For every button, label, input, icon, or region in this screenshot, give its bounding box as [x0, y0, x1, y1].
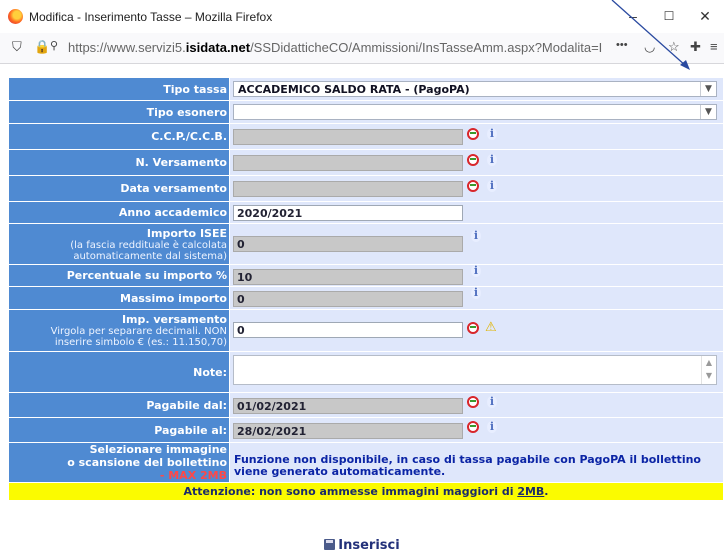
tipo-esonero-label: Tipo esonero	[9, 101, 229, 123]
ccp-label: C.C.P./C.C.B.	[9, 124, 229, 149]
url-domain: isidata.net	[185, 40, 251, 55]
info-icon[interactable]: i	[487, 128, 497, 140]
row-imp-versamento: Imp. versamento Virgola per separare dec…	[9, 310, 723, 351]
more-actions-button[interactable]: •••	[616, 39, 628, 51]
minimize-button[interactable]: –	[617, 5, 649, 27]
warning-suffix: .	[544, 485, 549, 498]
row-ccp: C.C.P./C.C.B. i	[9, 124, 723, 149]
row-pagabile-dal: Pagabile dal: 01/02/2021 i	[9, 393, 723, 417]
note-label: Note:	[9, 352, 229, 392]
menu-icon[interactable]: ≡	[710, 39, 718, 54]
not-allowed-icon	[467, 154, 479, 166]
tipo-tassa-value: ACCADEMICO SALDO RATA - (PagoPA)	[238, 83, 470, 96]
n-versamento-label: N. Versamento	[9, 150, 229, 175]
pagabile-al-field[interactable]: 28/02/2021	[233, 423, 463, 439]
percentuale-field[interactable]: 10	[233, 269, 463, 285]
info-icon[interactable]: i	[487, 180, 497, 192]
massimo-label: Massimo importo	[9, 287, 229, 309]
anno-accademico-field[interactable]: 2020/2021	[233, 205, 463, 221]
scrollbar[interactable]: ▲ ▼	[701, 356, 716, 384]
importo-isee-label: Importo ISEE (la fascia reddituale è cal…	[9, 224, 229, 264]
not-allowed-icon	[467, 322, 479, 334]
extension-icon[interactable]: ✚	[690, 39, 701, 55]
anno-accademico-label: Anno accademico	[9, 202, 229, 223]
row-note: Note: ▲ ▼	[9, 352, 723, 392]
row-n-versamento: N. Versamento i	[9, 150, 723, 175]
maximize-button[interactable]: ☐	[653, 5, 685, 27]
address-bar: ⛉ 🔒 ⚲ https://www.servizi5.isidata.net/S…	[0, 33, 724, 64]
note-textarea[interactable]: ▲ ▼	[233, 355, 717, 385]
warning-icon: ⚠	[485, 320, 497, 335]
importo-isee-sub2: automaticamente dal sistema)	[73, 250, 227, 262]
massimo-field[interactable]: 0	[233, 291, 463, 307]
chevron-down-icon[interactable]: ▼	[700, 82, 716, 96]
info-icon[interactable]: i	[487, 421, 497, 433]
imp-versamento-title: Imp. versamento	[121, 313, 227, 326]
row-immagine: Selezionare immagine o scansione del bol…	[9, 443, 723, 482]
inserisci-button[interactable]: Inserisci	[0, 538, 724, 553]
permissions-icon[interactable]: ⚲	[50, 39, 58, 52]
info-icon[interactable]: i	[471, 287, 481, 299]
info-icon[interactable]: i	[487, 154, 497, 166]
immagine-message: Funzione non disponibile, in caso di tas…	[234, 453, 701, 478]
row-data-versamento: Data versamento i	[9, 176, 723, 201]
not-allowed-icon	[467, 180, 479, 192]
warning-text: Attenzione: non sono ammesse immagini ma…	[183, 485, 518, 498]
importo-isee-sub1: (la fascia reddituale è calcolata	[70, 239, 227, 251]
row-tipo-esonero: Tipo esonero ▼	[9, 101, 723, 123]
row-tipo-tassa: Tipo tassa ACCADEMICO SALDO RATA - (Pago…	[9, 78, 723, 100]
firefox-logo-icon	[8, 9, 23, 24]
save-icon	[324, 539, 336, 550]
chevron-down-icon[interactable]: ▼	[700, 105, 716, 119]
info-icon[interactable]: i	[471, 230, 481, 242]
row-importo-isee: Importo ISEE (la fascia reddituale è cal…	[9, 224, 723, 264]
info-icon[interactable]: i	[471, 265, 481, 277]
percentuale-label: Percentuale su importo %	[9, 265, 229, 286]
imp-versamento-field[interactable]: 0	[233, 322, 463, 338]
not-allowed-icon	[467, 128, 479, 140]
row-anno-accademico: Anno accademico 2020/2021	[9, 202, 723, 223]
n-versamento-field[interactable]	[233, 155, 463, 171]
url-field[interactable]: https://www.servizi5.isidata.net/SSDidat…	[68, 40, 608, 55]
tipo-esonero-select[interactable]: ▼	[233, 104, 717, 120]
tipo-tassa-select[interactable]: ACCADEMICO SALDO RATA - (PagoPA) ▼	[233, 81, 717, 97]
warning-banner: Attenzione: non sono ammesse immagini ma…	[9, 483, 723, 500]
warning-size: 2MB	[517, 485, 545, 498]
immagine-label-1: Selezionare immagine	[89, 443, 227, 456]
importo-isee-title: Importo ISEE	[146, 226, 227, 240]
pocket-icon[interactable]: ◡	[644, 39, 655, 55]
star-icon[interactable]: ☆	[668, 39, 680, 55]
inserisci-label: Inserisci	[338, 538, 400, 553]
row-massimo: Massimo importo 0 i	[9, 287, 723, 309]
tipo-tassa-label: Tipo tassa	[9, 78, 229, 100]
row-percentuale: Percentuale su importo % 10 i	[9, 265, 723, 286]
tax-form: Tipo tassa ACCADEMICO SALDO RATA - (Pago…	[9, 78, 723, 500]
importo-isee-field[interactable]: 0	[233, 236, 463, 252]
ccp-field[interactable]	[233, 129, 463, 145]
imp-versamento-label: Imp. versamento Virgola per separare dec…	[9, 310, 229, 351]
data-versamento-label: Data versamento	[9, 176, 229, 201]
imp-versamento-sub2: inserire simbolo € (es.: 11.150,70)	[54, 337, 227, 348]
immagine-label: Selezionare immagine o scansione del bol…	[9, 443, 229, 482]
row-pagabile-al: Pagabile al: 28/02/2021 i	[9, 418, 723, 442]
lock-icon[interactable]: 🔒	[34, 39, 50, 55]
data-versamento-field[interactable]	[233, 181, 463, 197]
window-title: Modifica - Inserimento Tasse – Mozilla F…	[29, 10, 273, 24]
pagabile-dal-field[interactable]: 01/02/2021	[233, 398, 463, 414]
url-prefix: https://www.servizi5.	[68, 40, 186, 55]
shield-icon[interactable]: ⛉	[12, 39, 22, 55]
info-icon[interactable]: i	[487, 396, 497, 408]
pagabile-dal-label: Pagabile dal:	[9, 393, 229, 417]
pagabile-al-label: Pagabile al:	[9, 418, 229, 442]
close-button[interactable]: ✕	[689, 5, 721, 27]
not-allowed-icon	[467, 396, 479, 408]
imp-versamento-sub1: Virgola per separare decimali. NON	[50, 326, 227, 337]
window-titlebar: Modifica - Inserimento Tasse – Mozilla F…	[0, 0, 724, 33]
url-path: /SSDidatticheCO/Ammissioni/InsTasseAmm.a…	[250, 40, 603, 55]
immagine-label-2: o scansione del bollettino	[67, 456, 227, 469]
not-allowed-icon	[467, 421, 479, 433]
immagine-max-size: - MAX 2MB	[159, 469, 227, 482]
